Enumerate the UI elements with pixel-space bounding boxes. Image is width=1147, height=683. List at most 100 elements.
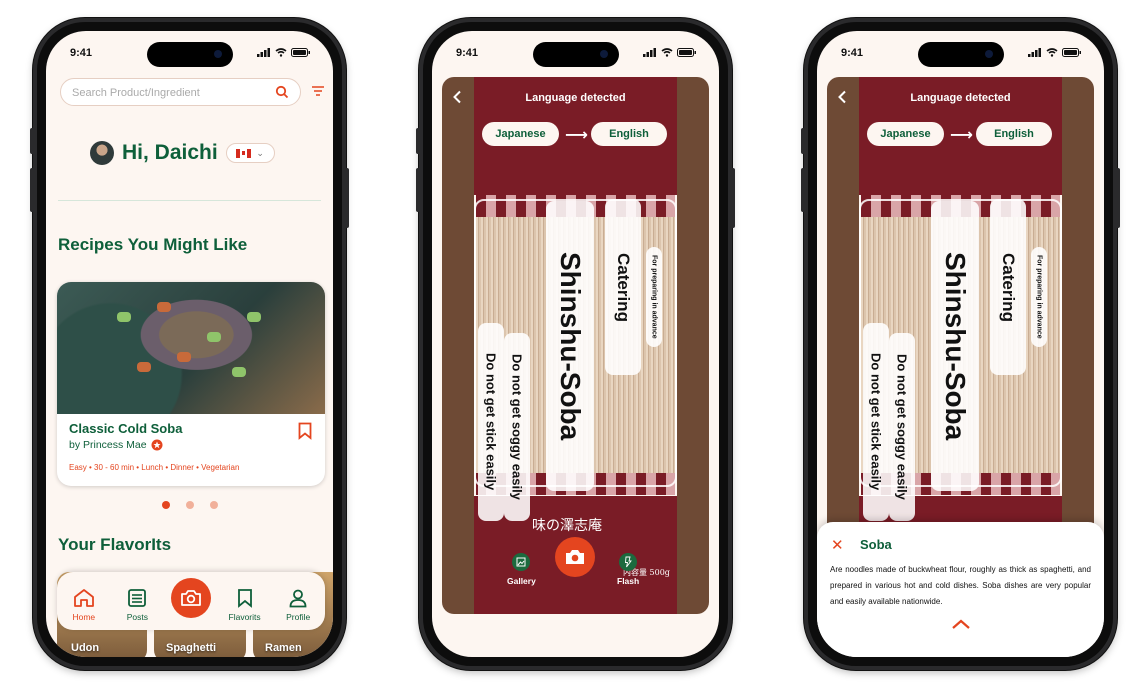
tab-flavorits[interactable]: Flavorits bbox=[223, 588, 267, 622]
translation-soggy[interactable]: Do not get soggy easily bbox=[504, 333, 530, 521]
tab-bar: Home Posts Flavorits Profile bbox=[57, 572, 325, 630]
profile-icon bbox=[289, 589, 307, 608]
status-icons bbox=[643, 48, 697, 57]
gallery-button[interactable]: Gallery bbox=[507, 553, 536, 586]
translation-stick[interactable]: Do not get stick easily bbox=[863, 323, 889, 521]
phone-camera: 9:41 Language detected Japanese ⟶ Englis… bbox=[416, 18, 735, 670]
translation-catering[interactable]: Catering bbox=[605, 199, 641, 375]
status-time: 9:41 bbox=[841, 47, 864, 59]
close-icon[interactable]: ✕ bbox=[831, 536, 844, 554]
translation-stick[interactable]: Do not get stick easily bbox=[478, 323, 504, 521]
status-time: 9:41 bbox=[70, 47, 93, 59]
favorite-label: Ramen bbox=[265, 642, 302, 654]
battery-icon bbox=[1062, 48, 1081, 57]
home-icon bbox=[73, 589, 94, 607]
home-screen: 9:41 Search Product/Ingredient Hi, Daich… bbox=[46, 31, 333, 657]
carousel-dot[interactable] bbox=[162, 501, 170, 509]
recipe-tags: Easy • 30 - 60 min • Lunch • Dinner • Ve… bbox=[69, 463, 240, 472]
language-detected-title: Language detected bbox=[910, 92, 1011, 104]
camera-icon bbox=[181, 590, 201, 606]
tab-posts[interactable]: Posts bbox=[115, 588, 159, 622]
carousel-dots bbox=[162, 501, 218, 509]
favorite-label: Udon bbox=[71, 642, 100, 654]
recipe-author: by Princess Mae bbox=[69, 439, 163, 451]
camera-viewfinder[interactable]: Language detected Japanese ⟶ English Shi… bbox=[442, 77, 709, 614]
definition-text: Are noodles made of buckwheat flour, rou… bbox=[830, 565, 1091, 606]
wifi-icon bbox=[1046, 48, 1058, 57]
recipe-author-text: by Princess Mae bbox=[69, 439, 147, 451]
greeting-text: Hi, Daichi bbox=[122, 141, 218, 164]
avatar[interactable] bbox=[90, 141, 114, 165]
verified-badge-icon bbox=[151, 439, 163, 451]
chevron-up-icon[interactable] bbox=[951, 618, 971, 630]
posts-icon bbox=[128, 589, 147, 607]
dynamic-island bbox=[146, 42, 233, 67]
translation-main[interactable]: Shinshu-Soba bbox=[931, 201, 979, 491]
shutter-button[interactable] bbox=[555, 537, 595, 577]
arrow-right-icon: ⟶ bbox=[565, 127, 588, 144]
recipe-title: Classic Cold Soba bbox=[69, 421, 183, 436]
dynamic-island bbox=[917, 42, 1004, 67]
status-icons bbox=[257, 48, 311, 57]
phone-definition: 9:41 Language detected Japanese ⟶ Englis… bbox=[801, 18, 1120, 670]
search-icon[interactable] bbox=[275, 85, 289, 99]
flash-icon-wrap bbox=[619, 553, 638, 571]
translation-soggy[interactable]: Do not get soggy easily bbox=[889, 333, 915, 521]
flash-button[interactable]: Flash bbox=[617, 553, 639, 586]
filter-icon[interactable] bbox=[311, 85, 325, 97]
tab-label: Posts bbox=[126, 612, 149, 622]
recipes-section-title: Recipes You Might Like bbox=[58, 235, 248, 254]
camera-button[interactable] bbox=[170, 578, 211, 618]
dynamic-island bbox=[532, 42, 619, 67]
translation-main[interactable]: Shinshu-Soba bbox=[546, 201, 594, 491]
bookmark-icon[interactable] bbox=[298, 422, 312, 440]
target-language-chip[interactable]: English bbox=[976, 122, 1052, 146]
favorite-label: Spaghetti bbox=[166, 642, 217, 654]
translation-advance[interactable]: For preparing in advance bbox=[646, 247, 662, 347]
arrow-right-icon: ⟶ bbox=[950, 127, 973, 144]
tab-home[interactable]: Home bbox=[62, 588, 106, 622]
status-icons bbox=[1028, 48, 1082, 57]
gallery-icon bbox=[516, 557, 526, 567]
divider bbox=[58, 200, 321, 201]
source-language-chip[interactable]: Japanese bbox=[867, 122, 944, 146]
signal-icon bbox=[643, 48, 656, 57]
signal-icon bbox=[1028, 48, 1041, 57]
camera-screen: 9:41 Language detected Japanese ⟶ Englis… bbox=[432, 31, 719, 657]
status-time: 9:41 bbox=[456, 47, 479, 59]
gallery-icon-wrap bbox=[512, 553, 531, 571]
package-brand-text: 味の澤志庵 bbox=[532, 518, 602, 534]
chevron-down-icon: ⌄ bbox=[256, 147, 264, 158]
target-language-chip[interactable]: English bbox=[591, 122, 667, 146]
country-selector[interactable]: ⌄ bbox=[225, 143, 275, 163]
tab-label: Home bbox=[72, 612, 96, 622]
search-placeholder: Search Product/Ingredient bbox=[72, 87, 200, 99]
search-input[interactable]: Search Product/Ingredient bbox=[60, 78, 301, 106]
definition-term: Soba bbox=[860, 537, 892, 552]
battery-icon bbox=[677, 48, 696, 57]
phone-home: 9:41 Search Product/Ingredient Hi, Daich… bbox=[30, 18, 349, 670]
definition-sheet: ✕ Soba Are noodles made of buckwheat flo… bbox=[817, 522, 1104, 657]
recipe-card[interactable]: Classic Cold Soba by Princess Mae Easy •… bbox=[57, 282, 325, 486]
battery-icon bbox=[291, 48, 310, 57]
wifi-icon bbox=[275, 48, 287, 57]
translation-advance[interactable]: For preparing in advance bbox=[1031, 247, 1047, 347]
language-detected-title: Language detected bbox=[525, 92, 626, 104]
source-language-chip[interactable]: Japanese bbox=[482, 122, 559, 146]
tab-label: Flavorits bbox=[228, 612, 261, 622]
tab-label: Profile bbox=[286, 612, 311, 622]
carousel-dot[interactable] bbox=[186, 501, 194, 509]
flash-icon bbox=[625, 556, 632, 568]
wifi-icon bbox=[661, 48, 673, 57]
signal-icon bbox=[257, 48, 270, 57]
tab-profile[interactable]: Profile bbox=[276, 588, 320, 622]
flash-label: Flash bbox=[617, 576, 640, 586]
tab-camera[interactable] bbox=[169, 578, 213, 622]
camera-icon bbox=[566, 550, 584, 564]
translation-catering[interactable]: Catering bbox=[990, 199, 1026, 375]
canada-flag-icon bbox=[236, 148, 252, 158]
carousel-dot[interactable] bbox=[210, 501, 218, 509]
definition-screen: 9:41 Language detected Japanese ⟶ Englis… bbox=[817, 31, 1104, 657]
bookmark-icon bbox=[237, 589, 252, 608]
favorites-section-title: Your FlavorIts bbox=[58, 535, 172, 554]
